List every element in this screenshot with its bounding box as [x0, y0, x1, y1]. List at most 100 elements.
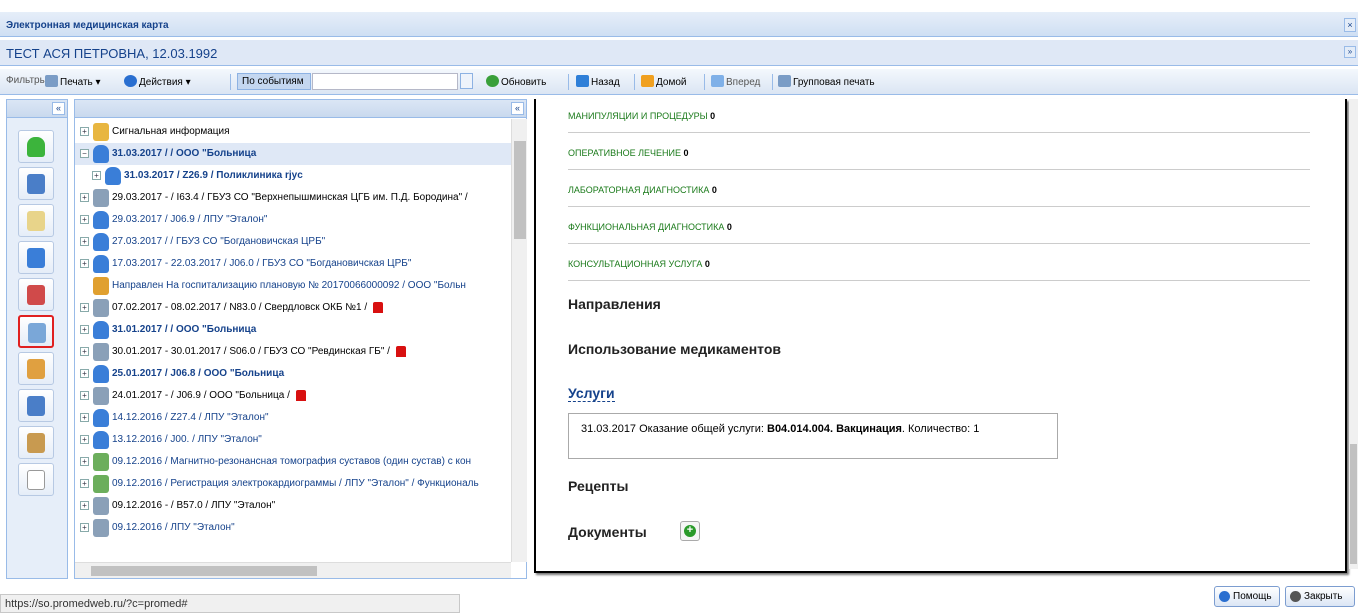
tree-row[interactable]: +30.01.2017 - 30.01.2017 / S06.0 / ГБУЗ …	[75, 341, 511, 363]
group-print-button[interactable]: Групповая печать	[778, 75, 875, 88]
calendar-icon[interactable]	[460, 73, 473, 89]
expand-node-icon[interactable]: +	[92, 171, 101, 180]
expand-node-icon[interactable]: +	[80, 215, 89, 224]
tree-row[interactable]: +24.01.2017 - / J06.9 / ООО "Больница /	[75, 385, 511, 407]
tree-row-label: 13.12.2016 / J00. / ЛПУ "Эталон"	[112, 434, 262, 445]
expand-node-icon[interactable]: +	[80, 259, 89, 268]
scroll-thumb[interactable]	[91, 566, 317, 576]
scroll-thumb[interactable]	[514, 141, 526, 239]
tree-row[interactable]: +09.12.2016 / Регистрация электрокардиог…	[75, 473, 511, 495]
expand-node-icon[interactable]: +	[80, 523, 89, 532]
tree-row[interactable]: +25.01.2017 / J06.8 / ООО "Больница	[75, 363, 511, 385]
service-category-label: КОНСУЛЬТАЦИОННАЯ УСЛУГА	[568, 259, 703, 269]
tree-row-label: 25.01.2017 / J06.8 / ООО "Больница	[112, 368, 285, 379]
ambulance-icon	[93, 497, 109, 515]
disability-nav-button[interactable]	[18, 167, 54, 200]
tree-row-label: 29.03.2017 / J06.9 / ЛПУ "Эталон"	[112, 214, 268, 225]
refresh-icon	[486, 75, 499, 87]
tree-row[interactable]: +17.03.2017 - 22.03.2017 / J06.0 / ГБУЗ …	[75, 253, 511, 275]
tree-row[interactable]: Направлен На госпитализацию плановую № 2…	[75, 275, 511, 297]
content-vertical-scrollbar[interactable]	[1349, 99, 1358, 569]
tree-row[interactable]: +29.03.2017 - / I63.4 / ГБУЗ СО "Верхнеп…	[75, 187, 511, 209]
wheelchair-icon	[27, 174, 45, 194]
tree-horizontal-scrollbar[interactable]	[75, 562, 511, 578]
person-icon	[93, 233, 109, 251]
toolbar-separator	[634, 74, 635, 90]
monitor-nav-button[interactable]	[18, 389, 54, 422]
search-input[interactable]	[312, 73, 458, 90]
person-nav-button[interactable]	[18, 130, 54, 163]
back-button[interactable]: Назад	[576, 75, 620, 88]
calendar-nav-button[interactable]	[18, 278, 54, 311]
collapse-header-icon[interactable]: »	[1344, 46, 1356, 58]
service-category-label: ОПЕРАТИВНОЕ ЛЕЧЕНИЕ	[568, 148, 682, 158]
arrow-right-icon	[711, 75, 724, 87]
collapse-node-icon[interactable]: −	[80, 149, 89, 158]
home-button[interactable]: Домой	[641, 75, 686, 88]
tree-row[interactable]: +13.12.2016 / J00. / ЛПУ "Эталон"	[75, 429, 511, 451]
tree-row[interactable]: +31.01.2017 / / ООО "Больница	[75, 319, 511, 341]
add-document-button[interactable]: +	[680, 521, 700, 541]
expand-node-icon[interactable]: +	[80, 369, 89, 378]
collapse-tree-icon[interactable]: «	[511, 102, 524, 115]
service-category-count: 0	[704, 259, 710, 269]
service-category-link[interactable]: МАНИПУЛЯЦИИ И ПРОЦЕДУРЫ 0	[568, 111, 715, 121]
tree-vertical-scrollbar[interactable]	[511, 119, 527, 562]
home-icon	[641, 75, 654, 87]
book-icon	[27, 433, 45, 453]
expand-node-icon[interactable]: +	[80, 501, 89, 510]
card-nav-button[interactable]	[18, 204, 54, 237]
scroll-thumb[interactable]	[1350, 444, 1357, 564]
expand-node-icon[interactable]: +	[80, 457, 89, 466]
service-category-link[interactable]: ФУНКЦИОНАЛЬНАЯ ДИАГНОСТИКА 0	[568, 222, 732, 232]
close-button[interactable]: Закрыть	[1285, 586, 1355, 607]
help-icon	[1219, 591, 1230, 602]
users-nav-button[interactable]	[18, 352, 54, 385]
document-icon	[93, 453, 109, 471]
tree-row[interactable]: + Сигнальная информация	[75, 121, 511, 143]
service-category-link[interactable]: КОНСУЛЬТАЦИОННАЯ УСЛУГА 0	[568, 259, 710, 269]
close-icon[interactable]: ×	[1344, 18, 1356, 32]
expand-node-icon[interactable]: +	[80, 413, 89, 422]
expand-node-icon[interactable]: +	[80, 479, 89, 488]
expand-node-icon[interactable]: +	[80, 325, 89, 334]
forward-button[interactable]: Вперед	[711, 75, 760, 88]
expand-node-icon[interactable]: +	[80, 193, 89, 202]
expand-node-icon[interactable]: +	[80, 303, 89, 312]
service-category-count: 0	[726, 222, 732, 232]
actions-menu[interactable]: Действия ▾	[124, 75, 191, 88]
stethoscope-nav-button[interactable]	[18, 241, 54, 274]
tree-row[interactable]: +07.02.2017 - 08.02.2017 / N83.0 / Сверд…	[75, 297, 511, 319]
tree-row[interactable]: +09.12.2016 / ЛПУ "Эталон"	[75, 517, 511, 539]
refresh-button[interactable]: Обновить	[486, 75, 546, 88]
monitor-icon	[27, 396, 45, 416]
divider	[568, 243, 1310, 244]
services-heading-link[interactable]: Услуги	[568, 385, 615, 402]
directions-heading: Направления	[568, 296, 661, 312]
expand-node-icon[interactable]: +	[80, 347, 89, 356]
edit-record-nav-button[interactable]	[18, 315, 54, 348]
person-icon	[27, 137, 45, 157]
filters-button[interactable]: Фильтры	[6, 75, 47, 86]
service-category-link[interactable]: ЛАБОРАТОРНАЯ ДИАГНОСТИКА 0	[568, 185, 717, 195]
tree-row[interactable]: +09.12.2016 - / B57.0 / ЛПУ "Эталон"	[75, 495, 511, 517]
service-category-count: 0	[711, 185, 717, 195]
print-menu[interactable]: Печать ▾	[45, 75, 101, 88]
tree-row[interactable]: +31.03.2017 / Z26.9 / Поликлиника rjyc	[75, 165, 511, 187]
events-filter-button[interactable]: По событиям	[237, 73, 311, 90]
tree-row[interactable]: − 31.03.2017 / / ООО "Больница	[75, 143, 511, 165]
mail-nav-button[interactable]	[18, 463, 54, 496]
tree-row[interactable]: +27.03.2017 / / ГБУЗ СО "Богдановичская …	[75, 231, 511, 253]
book-nav-button[interactable]	[18, 426, 54, 459]
help-button[interactable]: Помощь	[1214, 586, 1280, 607]
service-category-link[interactable]: ОПЕРАТИВНОЕ ЛЕЧЕНИЕ 0	[568, 148, 689, 158]
expand-node-icon[interactable]: +	[80, 127, 89, 136]
expand-node-icon[interactable]: +	[80, 391, 89, 400]
expand-node-icon[interactable]: +	[80, 435, 89, 444]
tree-row[interactable]: +29.03.2017 / J06.9 / ЛПУ "Эталон"	[75, 209, 511, 231]
collapse-left-icon[interactable]: «	[52, 102, 65, 115]
tree-row-label: 31.03.2017 / / ООО "Больница	[112, 148, 257, 159]
expand-node-icon[interactable]: +	[80, 237, 89, 246]
tree-row[interactable]: +14.12.2016 / Z27.4 / ЛПУ "Эталон"	[75, 407, 511, 429]
tree-row[interactable]: +09.12.2016 / Магнитно-резонансная томог…	[75, 451, 511, 473]
